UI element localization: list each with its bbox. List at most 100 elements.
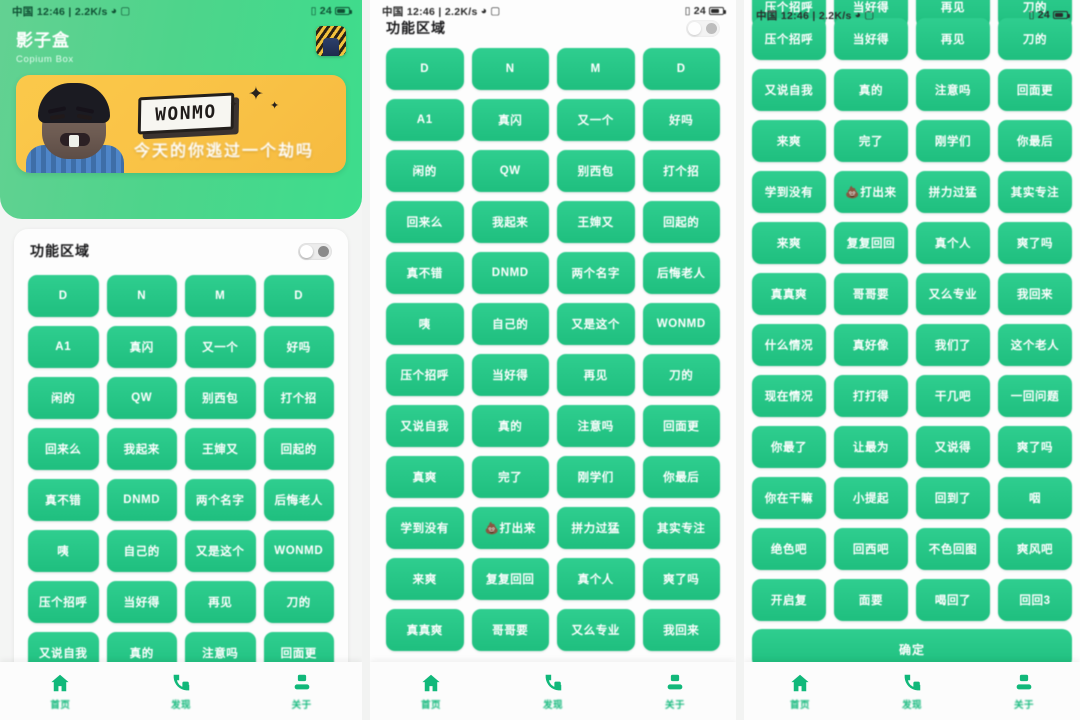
promo-banner[interactable]: WONMO ✦ ✦ ✦ 今天的你逃过一个劫吗 (16, 75, 346, 173)
function-button[interactable]: 一回问题 (998, 375, 1072, 417)
function-button[interactable]: 什么情况 (752, 324, 826, 366)
function-button[interactable]: 我起来 (106, 428, 177, 470)
function-button[interactable]: N (106, 275, 177, 317)
function-button[interactable]: QW (471, 150, 549, 192)
function-button[interactable]: 再见 (557, 354, 635, 396)
function-button[interactable]: 💩打出来 (834, 171, 908, 213)
function-button[interactable]: 好吗 (263, 326, 334, 368)
function-button[interactable]: 完了 (834, 120, 908, 162)
function-button[interactable]: 注意吗 (557, 405, 635, 447)
function-button[interactable]: D (642, 48, 720, 90)
function-button[interactable]: 压个招呼 (28, 581, 99, 623)
function-button[interactable]: 爽风吧 (998, 528, 1072, 570)
function-button[interactable]: 你最了 (752, 426, 826, 468)
function-button[interactable]: 真真爽 (752, 273, 826, 315)
function-button[interactable]: 回西吧 (834, 528, 908, 570)
function-button[interactable]: A1 (386, 99, 464, 141)
function-button[interactable]: 拼力过猛 (557, 507, 635, 549)
function-button[interactable]: 又么专业 (557, 609, 635, 651)
function-button[interactable]: 别西包 (185, 377, 256, 419)
function-button[interactable]: 压个招呼 (386, 354, 464, 396)
function-button[interactable]: 复复回回 (471, 558, 549, 600)
function-button[interactable]: 后悔老人 (263, 479, 334, 521)
function-button[interactable]: 又一个 (557, 99, 635, 141)
tab-home[interactable]: 首页 (0, 672, 121, 711)
tab-discover[interactable]: 发现 (856, 672, 968, 711)
function-button[interactable]: 你最后 (998, 120, 1072, 162)
function-button[interactable]: 再见 (185, 581, 256, 623)
function-button[interactable]: DNMD (471, 252, 549, 294)
function-button[interactable]: 刚学们 (557, 456, 635, 498)
function-button[interactable]: 又说自我 (386, 405, 464, 447)
function-button[interactable]: 哥哥要 (834, 273, 908, 315)
function-button[interactable]: 咦 (28, 530, 99, 572)
function-button[interactable]: 学到没有 (386, 507, 464, 549)
function-button[interactable]: 后悔老人 (642, 252, 720, 294)
function-button[interactable]: QW (106, 377, 177, 419)
function-button[interactable]: 真爽 (386, 456, 464, 498)
function-button[interactable]: N (471, 48, 549, 90)
function-button[interactable]: A1 (28, 326, 99, 368)
function-button[interactable]: 王婶又 (557, 201, 635, 243)
function-button[interactable]: 闲的 (28, 377, 99, 419)
function-button[interactable]: 真的 (471, 405, 549, 447)
function-button[interactable]: 闲的 (386, 150, 464, 192)
function-button[interactable]: 又说自我 (752, 69, 826, 111)
function-button[interactable]: 当好得 (106, 581, 177, 623)
function-button[interactable]: 真闪 (471, 99, 549, 141)
function-button[interactable]: 真的 (834, 69, 908, 111)
function-button[interactable]: 其实专注 (642, 507, 720, 549)
function-button[interactable]: 别西包 (557, 150, 635, 192)
tab-home[interactable]: 首页 (744, 672, 856, 711)
function-button[interactable]: 我们了 (916, 324, 990, 366)
function-button[interactable]: 爽了吗 (998, 426, 1072, 468)
function-button[interactable]: 来爽 (752, 222, 826, 264)
function-button[interactable]: 真个人 (557, 558, 635, 600)
function-button[interactable]: 回起的 (263, 428, 334, 470)
function-button[interactable]: 小提起 (834, 477, 908, 519)
function-button[interactable]: 喝回了 (916, 579, 990, 621)
function-button[interactable]: 来爽 (386, 558, 464, 600)
function-button[interactable]: 你最后 (642, 456, 720, 498)
function-button[interactable]: D (263, 275, 334, 317)
function-button[interactable]: 自己的 (106, 530, 177, 572)
function-button[interactable]: D (28, 275, 99, 317)
function-button[interactable]: 回来么 (386, 201, 464, 243)
tab-discover[interactable]: 发现 (492, 672, 614, 711)
function-button[interactable]: 注意吗 (916, 69, 990, 111)
function-button[interactable]: 真好像 (834, 324, 908, 366)
function-button[interactable]: 真真爽 (386, 609, 464, 651)
function-button[interactable]: WONMD (263, 530, 334, 572)
function-button[interactable]: 打打得 (834, 375, 908, 417)
function-button[interactable]: 拼力过猛 (916, 171, 990, 213)
function-button[interactable]: 干几吧 (916, 375, 990, 417)
function-button[interactable]: WONMD (642, 303, 720, 345)
function-button[interactable]: 回起的 (642, 201, 720, 243)
function-button[interactable]: 其实专注 (998, 171, 1072, 213)
function-button[interactable]: M (557, 48, 635, 90)
function-button[interactable]: 回来么 (28, 428, 99, 470)
function-button[interactable]: 回面更 (998, 69, 1072, 111)
function-button[interactable]: 刚学们 (916, 120, 990, 162)
function-button[interactable]: 两个名字 (185, 479, 256, 521)
function-button[interactable]: 又是这个 (185, 530, 256, 572)
function-button[interactable]: 又是这个 (557, 303, 635, 345)
function-button[interactable]: 我回来 (998, 273, 1072, 315)
function-button[interactable]: 现在情况 (752, 375, 826, 417)
function-button[interactable]: 自己的 (471, 303, 549, 345)
tab-profile[interactable]: 关于 (241, 672, 362, 711)
function-button[interactable]: 爽了吗 (642, 558, 720, 600)
function-button[interactable]: 爽了吗 (998, 222, 1072, 264)
function-button[interactable]: 不色回图 (916, 528, 990, 570)
function-button[interactable]: 学到没有 (752, 171, 826, 213)
function-button[interactable]: D (386, 48, 464, 90)
function-button[interactable]: 来爽 (752, 120, 826, 162)
function-button[interactable]: 好吗 (642, 99, 720, 141)
function-button[interactable]: 真不错 (28, 479, 99, 521)
function-button[interactable]: 复复回回 (834, 222, 908, 264)
function-button[interactable]: 当好得 (471, 354, 549, 396)
function-button[interactable]: 真个人 (916, 222, 990, 264)
function-button[interactable]: 刀的 (642, 354, 720, 396)
function-button[interactable]: 两个名字 (557, 252, 635, 294)
function-button[interactable]: 回到了 (916, 477, 990, 519)
